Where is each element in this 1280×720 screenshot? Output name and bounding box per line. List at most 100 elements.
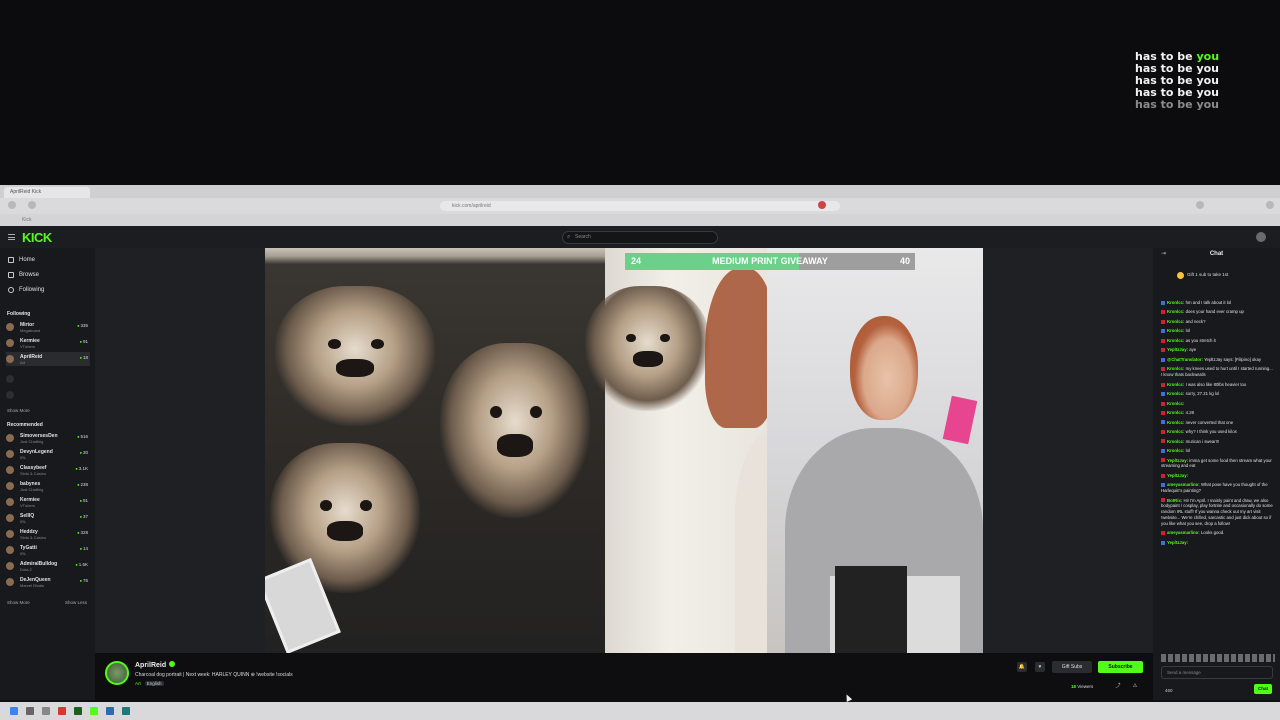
chat-username[interactable]: Kronlcc:: [1167, 366, 1184, 371]
app-icon[interactable]: [122, 707, 130, 715]
search-input[interactable]: Search: [562, 231, 718, 244]
gift-subs-button[interactable]: Gift Subs: [1052, 661, 1092, 673]
chat-username[interactable]: Kronlcc:: [1167, 401, 1184, 406]
sidebar-item-browse[interactable]: Browse: [8, 272, 39, 278]
artist-head: [850, 316, 918, 420]
channel-item[interactable]: DevynLegendIRL30: [6, 447, 90, 461]
chat-username[interactable]: Kronlcc:: [1167, 319, 1184, 324]
chat-username[interactable]: YepltzJay:: [1167, 540, 1188, 545]
chat-message: Kronlcc: 4.28: [1161, 410, 1275, 416]
settings-icon[interactable]: [1266, 201, 1274, 209]
category-link[interactable]: Art: [135, 681, 141, 686]
viewer-count: 37: [80, 514, 88, 519]
sidebar-item-following[interactable]: Following: [8, 287, 44, 293]
chat-username[interactable]: ameyasmarlino:: [1167, 482, 1200, 487]
channel-item[interactable]: DeJenQueenMarvel Rivals76: [6, 575, 90, 589]
channel-item[interactable]: KermieeVTubers91: [6, 336, 90, 350]
viewer-count: 14: [80, 546, 88, 551]
channel-item[interactable]: KermieeVTubers91: [6, 495, 90, 509]
chat-message: Kronlcc: lol: [1161, 328, 1275, 334]
share-icon[interactable]: ⤴: [1113, 681, 1123, 691]
channel-item-active[interactable]: AprilReidArt18: [6, 352, 90, 366]
chat-input[interactable]: Send a message: [1161, 666, 1273, 679]
chat-message: Kronlcc:: [1161, 401, 1275, 407]
kick-app-icon[interactable]: [90, 707, 98, 715]
streamer-name[interactable]: AprilReid: [135, 661, 176, 669]
menu-icon[interactable]: [8, 234, 15, 240]
bookmarks-bar: Kick: [0, 214, 1280, 226]
channel-item-offline[interactable]: [6, 372, 90, 386]
task-view-icon[interactable]: [42, 707, 50, 715]
stream-info-bar: AprilReid Charcoal dog portrait | Next w…: [95, 653, 1153, 700]
badge-icon: [1161, 357, 1165, 362]
back-icon[interactable]: [8, 201, 16, 209]
chat-message: Kronlcc: does your hand ever cramp up: [1161, 309, 1275, 315]
chat-username[interactable]: Kronlcc:: [1167, 448, 1184, 453]
browser-icon[interactable]: [58, 707, 66, 715]
menu-icon[interactable]: [1196, 201, 1204, 209]
stream-overlay-top: has to be you has to be you has to be yo…: [0, 0, 1280, 185]
channel-item[interactable]: babynesJust Chatting238: [6, 479, 90, 493]
reload-icon[interactable]: [28, 201, 36, 209]
chat-username[interactable]: Kronlcc:: [1167, 382, 1184, 387]
nav-label: Following: [19, 287, 45, 293]
channel-item[interactable]: AdmiralBulldogDota 21.6K: [6, 559, 90, 573]
show-more-link[interactable]: Show More: [7, 408, 30, 413]
avatar: [6, 530, 14, 538]
sidebar-item-home[interactable]: Home: [8, 257, 35, 263]
chat-send-button[interactable]: Chat: [1254, 684, 1272, 694]
channel-item[interactable]: MirtorMegaboard335: [6, 320, 90, 334]
channel-item-offline[interactable]: [6, 388, 90, 402]
video-frame[interactable]: [265, 248, 983, 653]
browser-tab[interactable]: AprilReid Kick: [4, 187, 90, 198]
channel-item[interactable]: TyGattiIRL14: [6, 543, 90, 557]
chat-username[interactable]: Kronlcc:: [1167, 391, 1184, 396]
chat-username[interactable]: YepltzJay:: [1167, 458, 1188, 463]
channel-item[interactable]: SellIQIRL37: [6, 511, 90, 525]
user-avatar[interactable]: [1256, 232, 1266, 242]
badge-icon: [1161, 401, 1165, 406]
chat-username[interactable]: Kronlcc:: [1167, 439, 1184, 444]
chat-username[interactable]: Kronlcc:: [1167, 309, 1184, 314]
follow-heart-icon[interactable]: ♥: [1035, 662, 1045, 672]
channel-item[interactable]: HeddzySlots & Casino328: [6, 527, 90, 541]
chat-username[interactable]: Kronlcc:: [1167, 300, 1184, 305]
chat-username[interactable]: Kronlcc:: [1167, 420, 1184, 425]
language-tag[interactable]: English: [144, 681, 164, 686]
chat-username[interactable]: YepltzJay:: [1167, 473, 1188, 478]
chat-message: Kronlcc: and neck?: [1161, 319, 1275, 325]
chat-username[interactable]: Kronlcc:: [1167, 328, 1184, 333]
app-icon[interactable]: [106, 707, 114, 715]
bookmark-item[interactable]: Kick: [22, 217, 31, 223]
report-icon[interactable]: ⚠: [1130, 681, 1140, 691]
subscribe-button[interactable]: Subscribe: [1098, 661, 1143, 673]
channel-item[interactable]: ClassybeefSlots & Casino3.1K: [6, 463, 90, 477]
channel-item[interactable]: SimoversesDenJust Chatting516: [6, 431, 90, 445]
search-icon[interactable]: [26, 707, 34, 715]
start-icon[interactable]: [10, 707, 18, 715]
chat-message: YepltzJay: aye: [1161, 347, 1275, 353]
chat-username[interactable]: @ChatTranslator:: [1167, 357, 1203, 362]
chat-text: murican i swear!!!: [1185, 438, 1220, 444]
chat-username[interactable]: Kronlcc:: [1167, 410, 1184, 415]
notification-bell-icon[interactable]: 🔔: [1017, 662, 1027, 672]
emote-bar[interactable]: [1161, 654, 1275, 662]
address-bar[interactable]: kick.com/aprilreid: [440, 201, 840, 211]
verified-icon: [169, 661, 176, 667]
kick-logo[interactable]: KICK: [22, 230, 52, 245]
chat-title: Chat: [1209, 251, 1224, 257]
pinned-message[interactable]: Gift 1 sub to take 1st: [1176, 272, 1228, 279]
chat-message: YepltzJay: imma get some food then strea…: [1161, 458, 1275, 470]
chat-username[interactable]: ameyasmarlino:: [1167, 530, 1200, 535]
dog-eye: [319, 500, 332, 511]
app-icon[interactable]: [74, 707, 82, 715]
show-more-link[interactable]: Show More: [7, 600, 30, 605]
chat-username[interactable]: YepltzJay:: [1167, 347, 1188, 352]
chat-username[interactable]: BotRix:: [1167, 498, 1182, 503]
streamer-avatar[interactable]: [105, 661, 129, 685]
chat-username[interactable]: Kronlcc:: [1167, 429, 1184, 434]
show-less-link[interactable]: Show Less: [65, 600, 87, 605]
channel-points[interactable]: 460: [1165, 688, 1173, 694]
extension-icon[interactable]: [818, 201, 826, 209]
chat-username[interactable]: Kronlcc:: [1167, 338, 1184, 343]
